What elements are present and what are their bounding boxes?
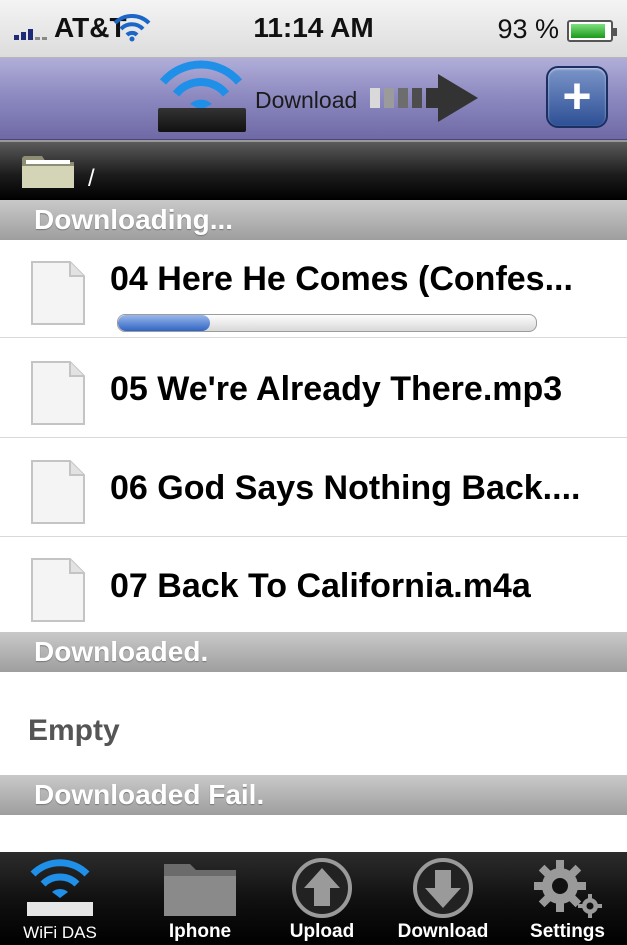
folder-icon xyxy=(164,864,236,916)
list-item[interactable]: 07 Back To California.m4a xyxy=(0,537,627,635)
file-name: 07 Back To California.m4a xyxy=(110,567,531,605)
empty-text: Empty xyxy=(28,714,120,747)
battery-percent: 93 % xyxy=(497,14,559,44)
list-item[interactable]: 05 We're Already There.mp3 xyxy=(0,340,627,438)
transfer-arrow-icon xyxy=(370,70,480,126)
device-graphic xyxy=(158,108,246,132)
tab-settings[interactable]: Settings xyxy=(508,852,627,945)
plus-icon: + xyxy=(562,68,592,124)
list-item[interactable]: 04 Here He Comes (Confes... xyxy=(0,240,627,338)
tab-download[interactable]: Download xyxy=(383,852,503,945)
file-icon xyxy=(31,558,85,622)
gear-icon xyxy=(533,860,602,918)
tab-label: WiFi DAS xyxy=(23,923,97,942)
file-icon xyxy=(31,361,85,425)
tab-iphone[interactable]: Iphone xyxy=(140,852,260,945)
section-header-failed: Downloaded Fail. xyxy=(0,775,627,815)
download-icon xyxy=(413,858,473,918)
file-icon xyxy=(31,460,85,524)
add-button[interactable]: + xyxy=(546,66,608,128)
tab-label: Upload xyxy=(289,921,355,942)
page-title: Download xyxy=(255,87,358,113)
tab-label: Iphone xyxy=(168,921,232,942)
file-icon xyxy=(31,261,85,325)
wifi-device-icon xyxy=(27,859,93,916)
battery-icon xyxy=(567,20,617,42)
folder-icon[interactable] xyxy=(20,152,76,190)
tab-upload[interactable]: Upload xyxy=(262,852,382,945)
empty-state: Empty xyxy=(0,672,627,775)
tab-wifi-das[interactable]: WiFi DAS xyxy=(0,852,120,945)
section-header-downloaded: Downloaded. xyxy=(0,632,627,672)
file-name: 06 God Says Nothing Back.... xyxy=(110,469,581,507)
list-item[interactable]: 06 God Says Nothing Back.... xyxy=(0,439,627,537)
file-name: 05 We're Already There.mp3 xyxy=(110,370,563,408)
download-progress-bar xyxy=(117,314,537,332)
file-name: 04 Here He Comes (Confes... xyxy=(110,260,573,298)
current-path: / xyxy=(88,165,95,192)
section-header-downloading: Downloading... xyxy=(0,200,627,240)
upload-icon xyxy=(292,858,352,918)
tab-label: Settings xyxy=(530,921,605,942)
tab-label: Download xyxy=(397,921,489,942)
